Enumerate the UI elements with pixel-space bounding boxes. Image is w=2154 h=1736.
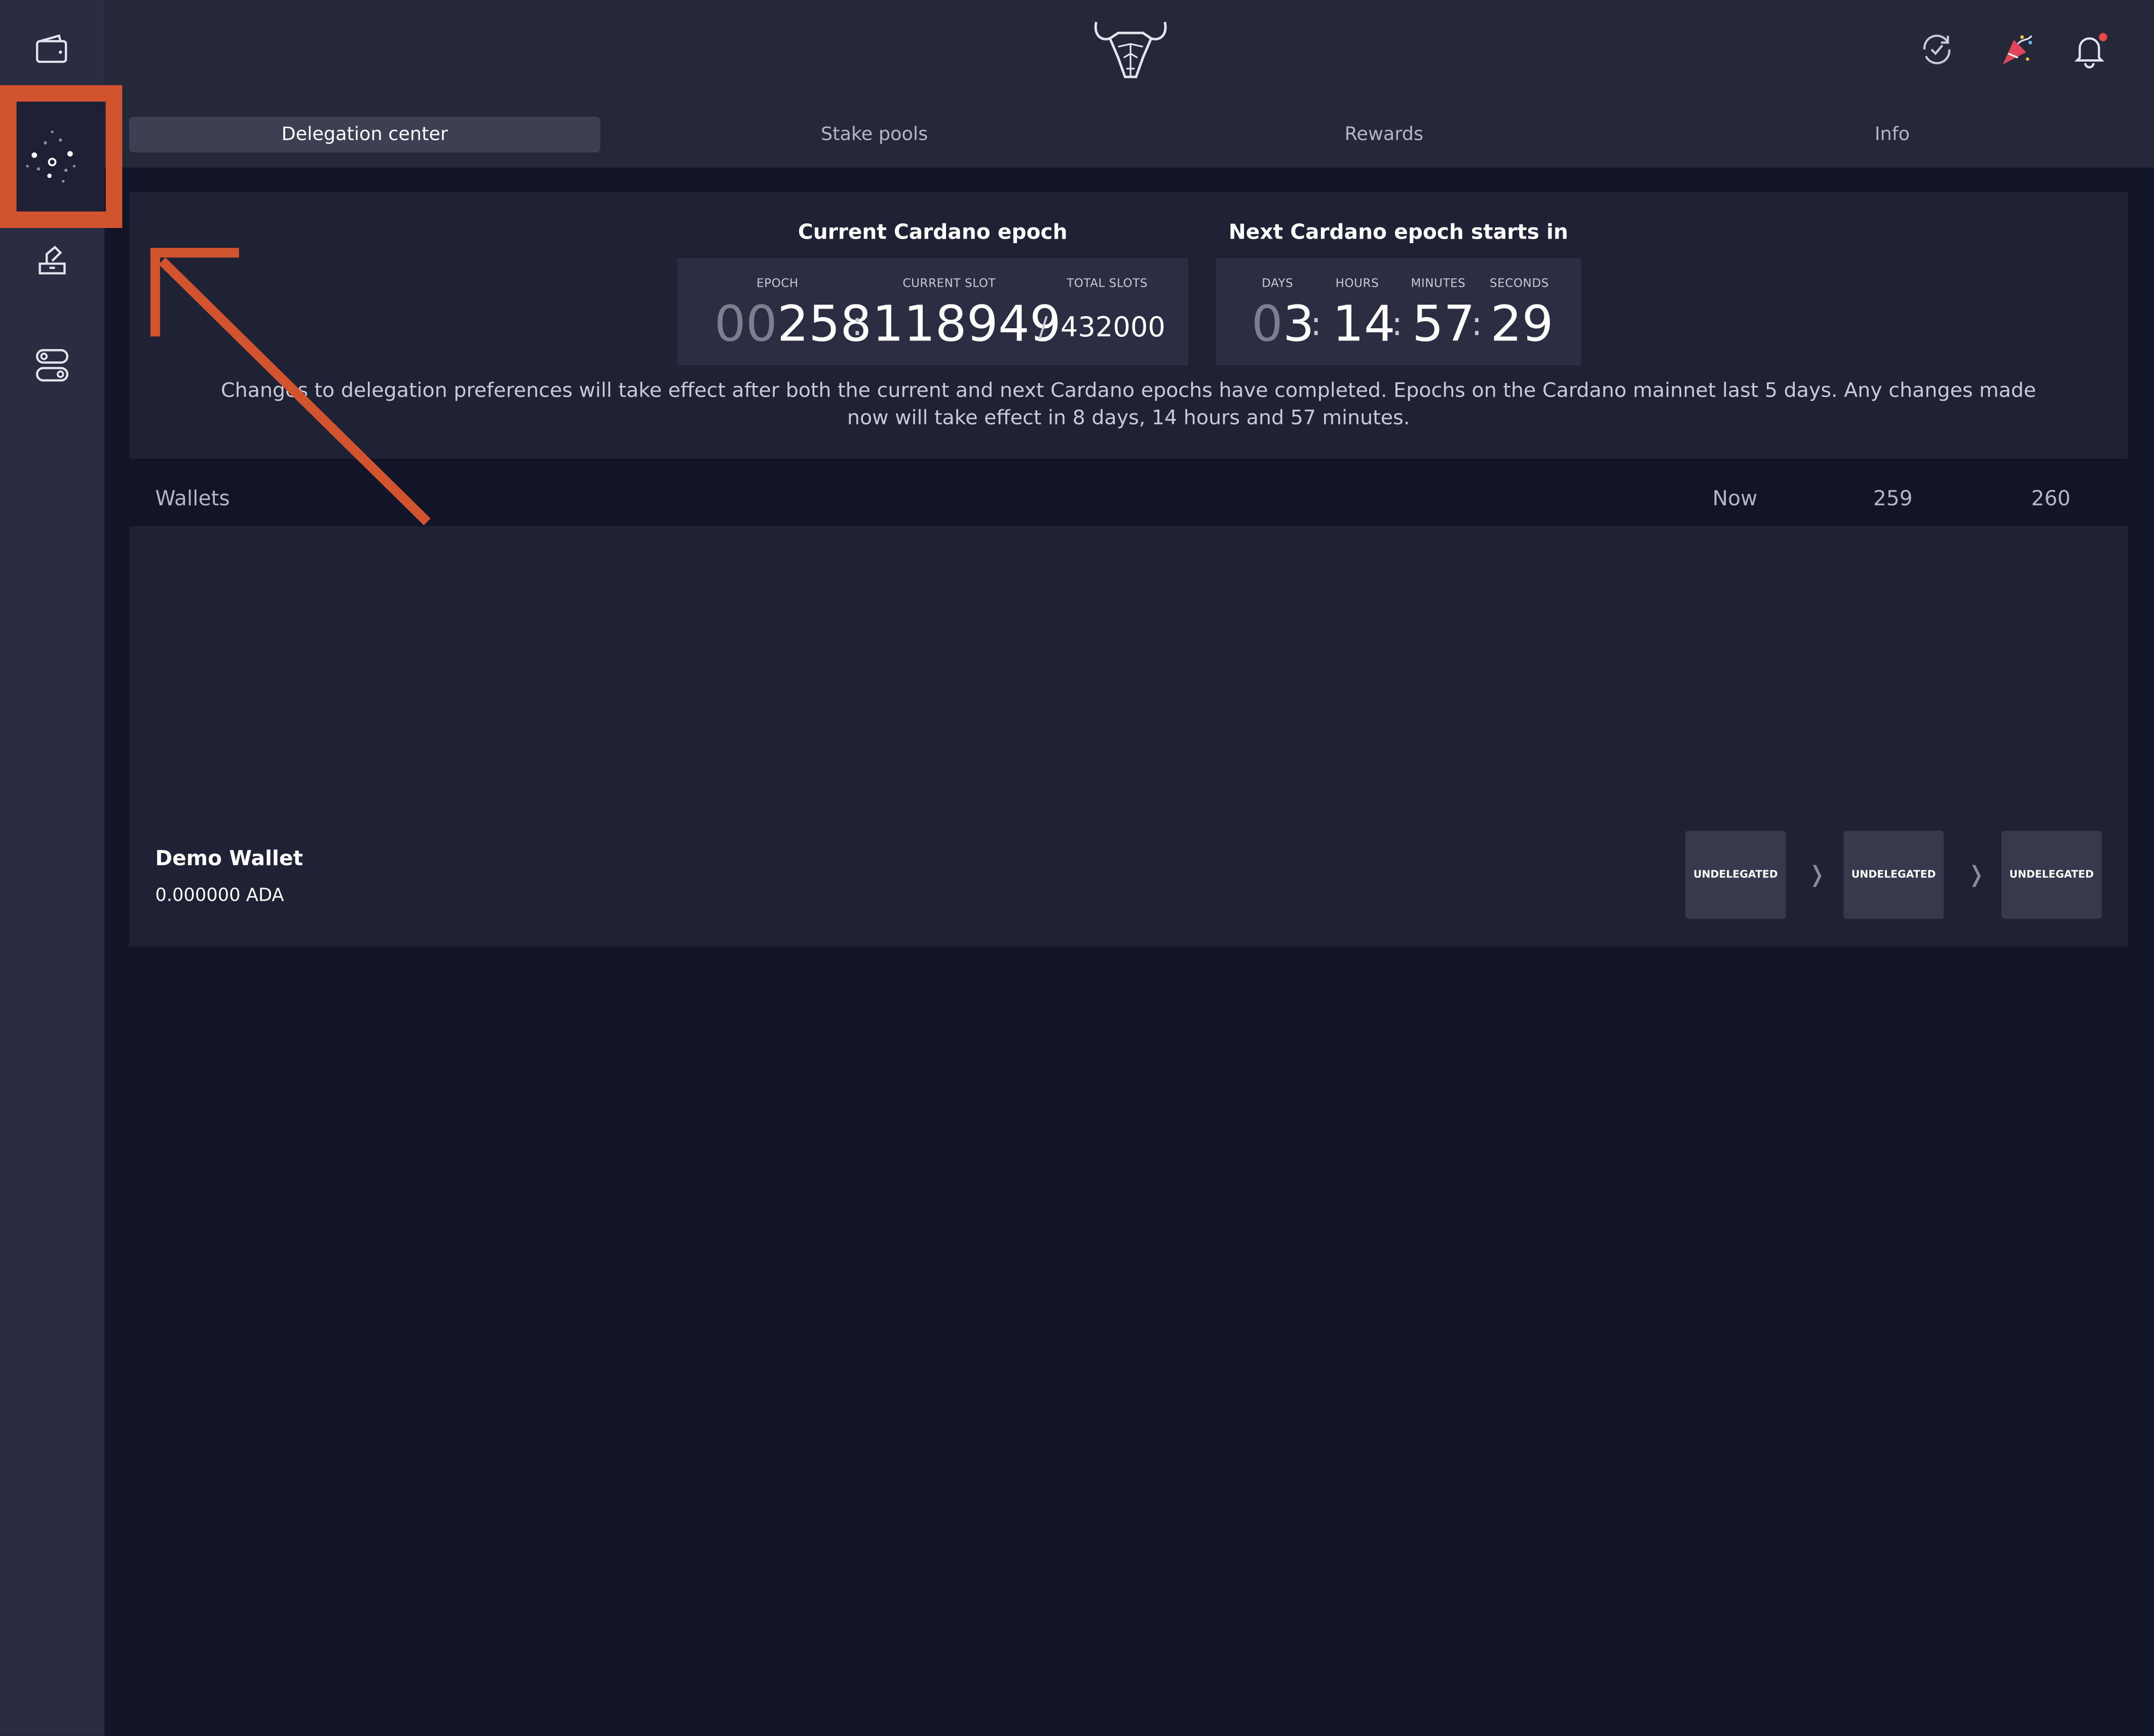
column-epoch-259: 259 — [1873, 486, 1913, 511]
delegation-status-260[interactable]: UNDELEGATED — [2001, 831, 2102, 919]
hours-label: HOURS — [1335, 277, 1379, 291]
tab-delegation-center[interactable]: Delegation center — [129, 117, 600, 152]
column-now: Now — [1712, 486, 1758, 511]
wallet-name: Demo Wallet — [155, 845, 303, 871]
wallet-amount: 0.000000 ADA — [155, 885, 284, 907]
wallet-icon — [34, 33, 70, 66]
sidebar-item-settings[interactable] — [0, 335, 104, 395]
tab-info[interactable]: Info — [1656, 117, 2128, 152]
current-slot-value: 118949 — [872, 296, 1062, 353]
column-epoch-260: 260 — [2031, 486, 2071, 511]
chevron-right-icon: ❭ — [1807, 861, 1827, 888]
tab-stake-pools[interactable]: Stake pools — [639, 117, 1110, 152]
wallets-header-label: Wallets — [155, 486, 230, 511]
current-epoch-title: Current Cardano epoch — [798, 219, 1068, 245]
newsfeed-party-icon[interactable] — [1997, 30, 2036, 69]
seconds-label: SECONDS — [1489, 277, 1549, 291]
daedalus-bull-logo — [1091, 17, 1170, 83]
app-window: Delegation center Stake pools Rewards In… — [0, 0, 2154, 1736]
delegation-status-259[interactable]: UNDELEGATED — [1843, 831, 1944, 919]
total-slots-value: 432000 — [1060, 310, 1165, 343]
chevron-right-icon: ❭ — [1967, 861, 1986, 888]
minutes-label: MINUTES — [1411, 277, 1466, 291]
delegation-notice: Changes to delegation preferences will t… — [220, 379, 2036, 430]
sync-status-icon[interactable] — [1918, 30, 1956, 69]
separator: : — [1471, 304, 1483, 343]
next-epoch-countdown: DAYS HOURS MINUTES SECONDS 03 : 14 : 57 … — [1216, 258, 1581, 366]
top-bar — [104, 0, 2154, 105]
epoch-number: 00258 — [714, 296, 872, 353]
slash-separator: / — [1038, 310, 1048, 343]
total-slots-label: TOTAL SLOTS — [1067, 277, 1148, 291]
current-epoch-counter: EPOCH CURRENT SLOT TOTAL SLOTS 00258 : 1… — [677, 258, 1189, 366]
days-value: 03 — [1251, 296, 1314, 353]
tab-bar: Delegation center Stake pools Rewards In… — [104, 104, 2154, 168]
hours-value: 14 — [1332, 296, 1395, 353]
wallet-row: Demo Wallet 0.000000 ADA UNDELEGATED ❭ U… — [129, 526, 2128, 946]
sidebar — [0, 0, 105, 1736]
settings-toggle-icon — [34, 348, 70, 383]
voting-icon — [35, 243, 68, 279]
separator: : — [1310, 304, 1322, 343]
current-slot-label: CURRENT SLOT — [902, 277, 996, 291]
epoch-label: EPOCH — [757, 277, 799, 291]
epoch-info-panel: Current Cardano epoch Next Cardano epoch… — [129, 192, 2128, 459]
separator: : — [1391, 304, 1403, 343]
annotation-highlight-box — [0, 85, 123, 228]
separator: : — [851, 304, 863, 343]
sidebar-item-wallets[interactable] — [0, 0, 104, 99]
minutes-value: 57 — [1412, 296, 1476, 353]
delegation-status-now[interactable]: UNDELEGATED — [1685, 831, 1786, 919]
days-label: DAYS — [1262, 277, 1294, 291]
tab-rewards[interactable]: Rewards — [1148, 117, 1619, 152]
notification-bell-icon[interactable] — [2070, 30, 2108, 69]
seconds-value: 29 — [1490, 296, 1554, 353]
sidebar-item-voting[interactable] — [0, 230, 104, 291]
next-epoch-title: Next Cardano epoch starts in — [1228, 219, 1568, 245]
